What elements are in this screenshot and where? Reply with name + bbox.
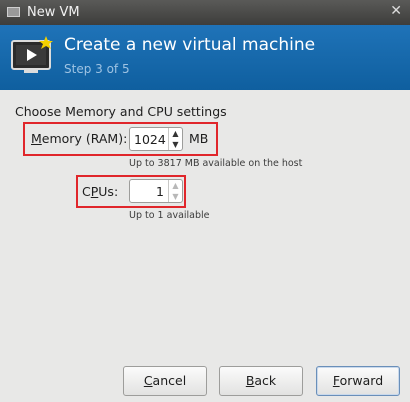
window-title: New VM [27, 5, 80, 20]
cancel-button[interactable]: Cancel [123, 366, 207, 396]
cpus-spin-arrows: ▲ ▼ [168, 180, 182, 202]
app-icon [7, 7, 20, 17]
wizard-header: Create a new virtual machine Step 3 of 5 [0, 25, 410, 90]
wizard-step: Step 3 of 5 [64, 62, 130, 76]
memory-spinbox[interactable]: 1024 ▲ ▼ [129, 127, 183, 151]
chevron-down-icon[interactable]: ▼ [171, 191, 180, 202]
memory-value[interactable]: 1024 [134, 132, 166, 147]
memory-unit: MB [189, 131, 209, 146]
memory-label: Memory (RAM): [31, 131, 128, 146]
section-title: Choose Memory and CPU settings [15, 104, 227, 119]
cpus-value[interactable]: 1 [156, 184, 164, 199]
chevron-up-icon[interactable]: ▲ [171, 128, 180, 139]
close-icon[interactable]: ✕ [390, 3, 402, 19]
chevron-up-icon[interactable]: ▲ [171, 180, 180, 191]
wizard-title: Create a new virtual machine [64, 35, 316, 55]
chevron-down-icon[interactable]: ▼ [171, 139, 180, 150]
memory-spin-arrows: ▲ ▼ [168, 128, 182, 150]
cpus-label: CPUs: [82, 184, 119, 199]
forward-button[interactable]: Forward [316, 366, 400, 396]
memory-hint: Up to 3817 MB available on the host [129, 158, 303, 169]
cpus-hint: Up to 1 available [129, 210, 210, 221]
vm-wizard-icon [11, 36, 53, 73]
back-button[interactable]: Back [219, 366, 303, 396]
window-titlebar[interactable]: New VM ✕ [0, 0, 410, 25]
cpus-spinbox[interactable]: 1 ▲ ▼ [129, 179, 183, 203]
